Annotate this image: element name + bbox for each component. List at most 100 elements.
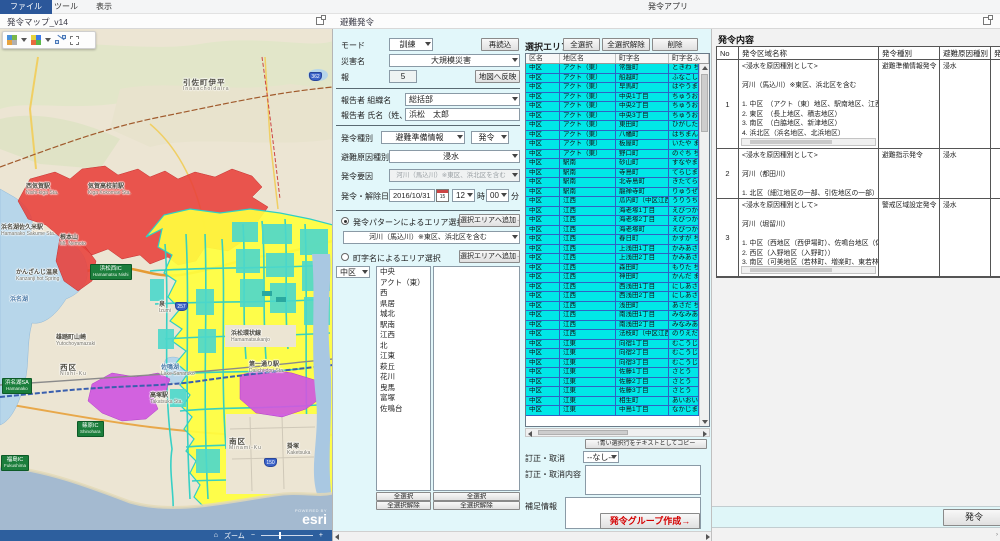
selected-area-row[interactable]: 中区アクト（東）中央1丁目ちゅうおう (526, 93, 699, 103)
ward-select[interactable]: 中区 (336, 266, 370, 278)
form-horizontal-scrollbar[interactable] (333, 531, 712, 541)
zoom-in-button[interactable]: + (319, 532, 323, 539)
district-option[interactable]: 中央 (377, 267, 430, 278)
float-panel-icon[interactable] (316, 17, 324, 25)
cell-horizontal-scrollbar[interactable] (741, 266, 876, 274)
selected-area-rows[interactable]: 中区アクト（東）常盤町ときわ ちょ中区アクト（東）船越町ふなこし ち中区アクト（… (526, 64, 699, 426)
selected-area-row[interactable]: 中区江西西浅田1丁目にしあさだ (526, 283, 699, 293)
basemap-caret-icon[interactable] (21, 38, 27, 42)
selected-area-row[interactable]: 中区江東佐藤1丁目さとう (526, 368, 699, 378)
selected-area-row[interactable]: 中区アクト（東）早馬町はやうま ち (526, 83, 699, 93)
town-select-all-button[interactable]: 全選択 (433, 492, 520, 501)
issue-order-button[interactable]: 発令 (943, 509, 1000, 526)
float-panel-icon[interactable] (983, 17, 991, 25)
selected-area-row[interactable]: 中区江東向宿2丁目むこうじゅく (526, 349, 699, 359)
selected-area-row[interactable]: 中区駅南砂山町すなやま ち (526, 159, 699, 169)
reporter-name-input[interactable]: 浜松 太郎 (405, 108, 520, 121)
scroll-thumb[interactable] (538, 430, 628, 435)
scroll-thumb[interactable] (750, 268, 832, 272)
selected-area-row[interactable]: 中区アクト（東）中央3丁目ちゅうおう (526, 112, 699, 122)
scroll-up-icon[interactable] (702, 66, 708, 70)
selected-area-row[interactable]: 中区江西法枝町（中区江西のりえだ ち (526, 330, 699, 340)
scroll-thumb[interactable] (750, 140, 832, 144)
scroll-right-icon[interactable]: › (996, 532, 998, 538)
extent-select-icon[interactable] (70, 36, 79, 45)
selected-area-row[interactable]: 中区江西春日町かすが ちょ (526, 235, 699, 245)
selected-area-row[interactable]: 中区江西神田町かんだ まち (526, 273, 699, 283)
selected-area-row[interactable]: 中区アクト（東）野口町のぐち ちょ (526, 150, 699, 160)
order-type-select[interactable]: 避難準備情報 (381, 131, 465, 144)
table-vertical-scrollbar[interactable] (699, 64, 709, 426)
pattern-radio[interactable] (341, 217, 349, 225)
area-select-all-button[interactable]: 全選択 (563, 38, 600, 51)
report-no-input[interactable]: 5 (389, 70, 417, 83)
scroll-left-icon[interactable] (335, 534, 339, 540)
minute-select[interactable]: 00 (486, 189, 509, 202)
selected-area-row[interactable]: 中区アクト（東）船越町ふなこし ち (526, 74, 699, 84)
create-order-group-button[interactable]: 発令グループ作成→ (600, 513, 700, 529)
selected-area-row[interactable]: 中区江西森田町もりた ちょ (526, 264, 699, 274)
mode-select[interactable]: 訓練 (389, 38, 433, 51)
district-option[interactable]: 江西 (377, 330, 430, 341)
selected-area-row[interactable]: 中区江西瓜内町（中区江西うりうち ち (526, 197, 699, 207)
district-option[interactable]: 県居 (377, 299, 430, 310)
scroll-down-icon[interactable] (702, 420, 708, 424)
area-delete-button[interactable]: 削除 (652, 38, 698, 51)
area-deselect-all-button[interactable]: 全選択解除 (602, 38, 650, 51)
district-option[interactable]: 曳馬 (377, 383, 430, 394)
scroll-right-icon[interactable] (706, 534, 710, 540)
table-horizontal-scrollbar[interactable] (525, 428, 710, 437)
zoom-slider[interactable] (261, 535, 313, 536)
selected-area-row[interactable]: 中区江東中島1丁目なかじま (526, 406, 699, 416)
basemap-gallery-icon[interactable] (7, 35, 17, 45)
selected-area-row[interactable]: 中区江西南浅田2丁目みなみあさ (526, 321, 699, 331)
district-deselect-all-button[interactable]: 全選択解除 (376, 501, 431, 510)
town-listbox[interactable] (433, 266, 520, 491)
selected-area-row[interactable]: 中区江東向宿1丁目むこうじゅく (526, 340, 699, 350)
district-option[interactable]: 西 (377, 288, 430, 299)
map-canvas[interactable]: 引佐町伊平Inasachoidaira西気賀駅Nishi-kiga Sta.気賀… (0, 29, 333, 541)
add-named-area-button[interactable]: 選択エリアへ追加→ (459, 250, 520, 263)
menu-tools[interactable]: ツール (44, 0, 88, 14)
menu-view[interactable]: 表示 (86, 0, 122, 14)
district-option[interactable]: 富塚 (377, 393, 430, 404)
zoom-slider-handle[interactable] (279, 532, 281, 539)
layers-caret-icon[interactable] (45, 38, 51, 42)
selected-area-row[interactable]: 中区江西海老塚2丁目えびつか (526, 216, 699, 226)
copy-selected-rows-button[interactable]: ↑青い選択行をテキストとしてコピー (585, 439, 707, 449)
selected-area-row[interactable]: 中区江東相生町あいおい ち (526, 397, 699, 407)
correction-content-textarea[interactable] (585, 465, 701, 495)
scroll-right-icon[interactable] (703, 431, 707, 437)
reporter-org-select[interactable]: 総括部 (405, 93, 520, 106)
date-input[interactable]: 2016/10/31 (389, 189, 435, 202)
district-option[interactable]: 北 (377, 341, 430, 352)
correction-select[interactable]: --なし-- (583, 451, 619, 463)
selected-area-row[interactable]: 中区アクト（東）東田町ひがした ま (526, 121, 699, 131)
order-content-row[interactable]: 2<浸水を原因種別として> 河川（都田川） 1. 北区（細江地区の一部、引佐地区… (717, 149, 1000, 199)
scroll-left-icon[interactable] (528, 431, 532, 437)
district-option[interactable]: 駅南 (377, 320, 430, 331)
selected-area-row[interactable]: 中区江西浅田町あさだ ちょ (526, 302, 699, 312)
selected-area-row[interactable]: 中区江東佐藤2丁目さとう (526, 378, 699, 388)
district-option[interactable]: 江東 (377, 351, 430, 362)
selected-area-row[interactable]: 中区江西海老塚1丁目えびつか (526, 207, 699, 217)
town-deselect-all-button[interactable]: 全選択解除 (433, 501, 520, 510)
selected-area-row[interactable]: 中区江西上浅田1丁目かみあさだ (526, 245, 699, 255)
byname-radio[interactable] (341, 253, 349, 261)
add-pattern-area-button[interactable]: 選択エリアへ追加→ (459, 214, 520, 227)
map-reflect-button[interactable]: 地図へ反映 (475, 70, 520, 83)
zoom-out-button[interactable]: − (251, 532, 255, 539)
cell-horizontal-scrollbar[interactable] (741, 138, 876, 146)
selected-area-row[interactable]: 中区駅南龍禅寺町りゅうぜんじ (526, 188, 699, 198)
district-listbox[interactable]: 中央アクト（東）西県居城北駅南江西北江東萩丘花川曳馬富塚佐鳴台 (376, 266, 431, 491)
reload-button[interactable]: 再読込 (481, 38, 519, 51)
selected-area-row[interactable]: 中区アクト（東）板屋町いたや まち (526, 140, 699, 150)
hour-select[interactable]: 12 (452, 189, 475, 202)
selected-area-row[interactable]: 中区江西南浅田1丁目みなみあさ (526, 311, 699, 321)
order-content-row[interactable]: 1<浸水を原因種別として> 河川（馬込川）※東区、浜北区を含む 1. 中区 （ア… (717, 60, 1000, 149)
selected-area-row[interactable]: 中区アクト（東）中央2丁目ちゅうおう (526, 102, 699, 112)
district-select-all-button[interactable]: 全選択 (376, 492, 431, 501)
district-option[interactable]: 城北 (377, 309, 430, 320)
order-action-select[interactable]: 発令 (471, 131, 509, 144)
district-option[interactable]: 花川 (377, 372, 430, 383)
